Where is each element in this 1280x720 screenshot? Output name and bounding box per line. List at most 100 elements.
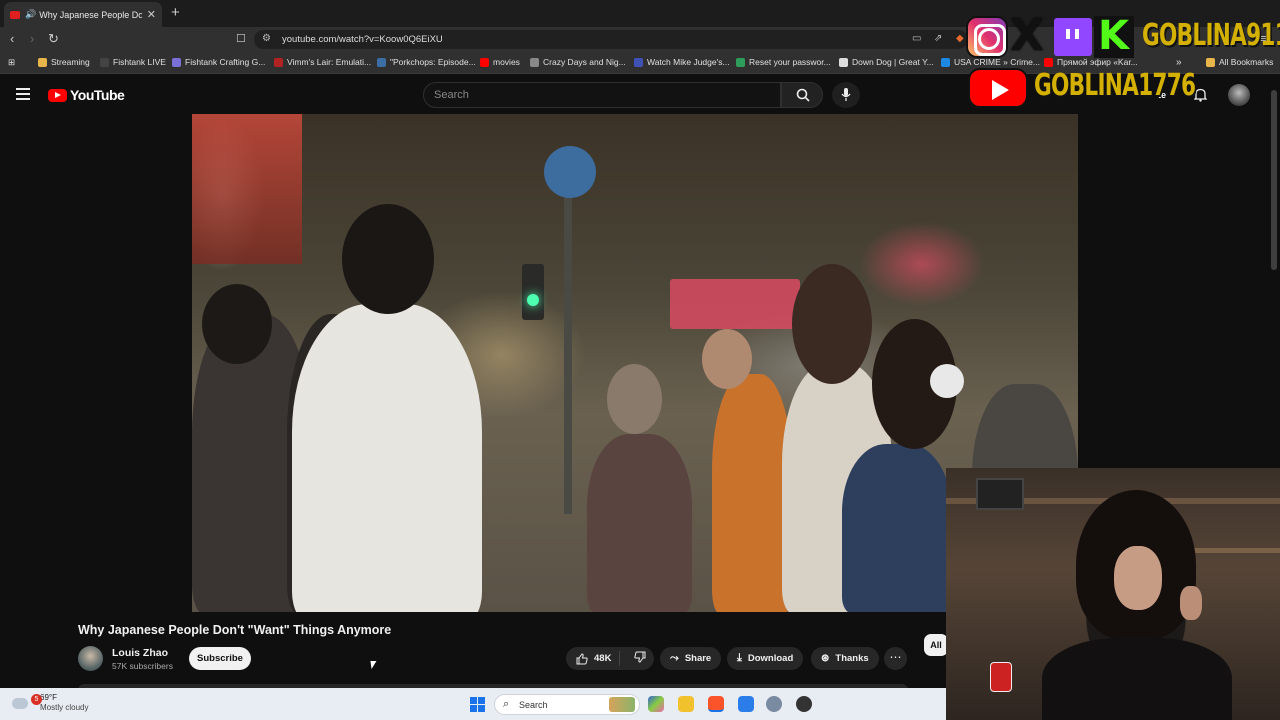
bookmark-item[interactable]: Streaming bbox=[38, 57, 90, 67]
bookmark-item[interactable]: "Porkchops: Episode... bbox=[377, 57, 476, 67]
bookmark-label: movies bbox=[493, 57, 520, 67]
webcam-scene-can bbox=[990, 662, 1012, 692]
like-button[interactable]: 48K bbox=[566, 651, 621, 666]
bookmark-favicon-icon bbox=[172, 57, 181, 67]
video-scene-person-orange bbox=[712, 374, 792, 612]
weather-condition: Mostly cloudy bbox=[40, 703, 89, 712]
voice-search-button[interactable] bbox=[832, 82, 860, 108]
close-tab-icon[interactable]: ✕ bbox=[147, 8, 156, 21]
guide-menu-icon[interactable] bbox=[16, 88, 30, 100]
notepad-icon[interactable] bbox=[738, 696, 754, 712]
bookmark-icon[interactable]: ☐ bbox=[236, 32, 246, 46]
video-scene-storefront bbox=[192, 114, 302, 264]
new-tab-icon[interactable]: + bbox=[171, 5, 180, 20]
video-scene-traffic-light bbox=[522, 264, 544, 320]
video-scene-person-head bbox=[702, 329, 752, 389]
apps-icon[interactable]: ⊞ bbox=[8, 57, 15, 68]
bookmark-label: Watch Mike Judge's... bbox=[647, 57, 730, 67]
reload-icon[interactable]: ↻ bbox=[48, 32, 59, 46]
weather-badge: 5 bbox=[31, 694, 42, 705]
video-scene-person-head bbox=[792, 264, 872, 384]
obs-icon[interactable] bbox=[796, 696, 812, 712]
channel-avatar[interactable] bbox=[78, 646, 103, 671]
back-icon[interactable]: ‹ bbox=[10, 32, 14, 46]
like-count: 48K bbox=[594, 653, 612, 664]
search-button[interactable] bbox=[781, 82, 823, 108]
taskbar-search[interactable]: ⌕ Search bbox=[494, 694, 640, 715]
share-page-icon[interactable]: ⇗ bbox=[934, 33, 942, 44]
video-scene-person-head bbox=[607, 364, 662, 434]
youtube-favicon-icon bbox=[10, 10, 21, 19]
video-scene-road-sign bbox=[544, 146, 596, 198]
webcam-overlay bbox=[946, 468, 1280, 720]
bookmark-label: Streaming bbox=[51, 57, 90, 67]
bookmark-label: Vimm's Lair: Emulati... bbox=[287, 57, 372, 67]
search-icon: ⌕ bbox=[503, 698, 510, 710]
cast-icon[interactable]: ▭ bbox=[912, 33, 921, 44]
video-scene-person-denim bbox=[842, 444, 952, 612]
page-scrollbar[interactable] bbox=[1271, 90, 1277, 270]
speaker-icon[interactable]: 🔊 bbox=[25, 10, 36, 19]
weather-widget[interactable]: 5 69°F Mostly cloudy bbox=[12, 693, 88, 713]
chip-all[interactable]: All bbox=[924, 634, 948, 656]
browser-tab-active[interactable]: 🔊 Why Japanese People Don't "Want" Thing… bbox=[4, 2, 162, 27]
webcam-scene-face bbox=[1114, 546, 1162, 610]
bookmark-favicon-icon bbox=[274, 57, 283, 67]
video-scene-person-head bbox=[342, 204, 434, 314]
share-label: Share bbox=[684, 653, 712, 664]
bookmark-favicon-icon bbox=[38, 57, 47, 67]
mouse-cursor-icon bbox=[370, 661, 378, 669]
copilot-icon[interactable] bbox=[648, 696, 664, 712]
search-input[interactable] bbox=[434, 89, 764, 101]
bookmark-favicon-icon bbox=[634, 57, 643, 67]
bookmark-item[interactable]: Reset your passwor... bbox=[736, 57, 831, 67]
bookmark-item[interactable]: Watch Mike Judge's... bbox=[634, 57, 730, 67]
social-overlay: X K GOBLINA911 GOBLINA1776 bbox=[966, 14, 1280, 109]
search-highlight-icon bbox=[609, 697, 635, 712]
search-box[interactable] bbox=[423, 82, 781, 108]
video-scene-headphones bbox=[930, 364, 964, 398]
download-button[interactable]: ⤓ Download bbox=[727, 647, 804, 670]
video-scene-person-head bbox=[202, 284, 272, 364]
share-button[interactable]: ⤳ Share bbox=[660, 647, 722, 670]
bookmark-item[interactable]: Vimm's Lair: Emulati... bbox=[274, 57, 371, 67]
address-bar[interactable]: ⚙ youtube.com/watch?v=Koow0Q6EiXU ▭ ⇗ ◆ bbox=[254, 30, 968, 49]
youtube-logo[interactable]: YouTube bbox=[48, 87, 125, 103]
video-title: Why Japanese People Don't "Want" Things … bbox=[78, 623, 392, 637]
tab-title: Why Japanese People Don't "Want" Things … bbox=[39, 9, 142, 20]
more-actions-button[interactable]: ⋯ bbox=[884, 647, 907, 670]
bookmark-item[interactable]: Down Dog | Great Y... bbox=[839, 57, 934, 67]
bookmark-favicon-icon bbox=[100, 57, 109, 67]
brave-browser-icon[interactable] bbox=[708, 696, 724, 712]
thumbs-down-icon bbox=[634, 651, 646, 663]
bookmark-favicon-icon bbox=[377, 57, 386, 67]
brave-shield-icon[interactable]: ◆ bbox=[956, 33, 964, 44]
download-icon: ⤓ bbox=[737, 652, 742, 664]
bookmark-item[interactable]: Fishtank LIVE bbox=[100, 57, 166, 67]
bookmark-favicon-icon bbox=[941, 57, 950, 67]
subscribe-button[interactable]: Subscribe bbox=[189, 647, 251, 670]
bookmark-label: "Porkchops: Episode... bbox=[390, 57, 476, 67]
youtube-logo-icon bbox=[48, 88, 67, 102]
youtube-logo-text: YouTube bbox=[70, 87, 125, 103]
screen: 🔊 Why Japanese People Don't "Want" Thing… bbox=[0, 0, 1280, 720]
dislike-button[interactable] bbox=[626, 651, 656, 666]
bookmark-item[interactable]: movies bbox=[480, 57, 520, 67]
forward-icon[interactable]: › bbox=[30, 32, 34, 46]
download-label: Download bbox=[747, 653, 794, 664]
site-info-icon[interactable]: ⚙ bbox=[262, 33, 271, 44]
video-scene-pole bbox=[564, 194, 572, 514]
video-scene-person-white-shirt bbox=[292, 304, 482, 612]
bookmark-item[interactable]: Fishtank Crafting G... bbox=[172, 57, 265, 67]
thanks-button[interactable]: ⊛ Thanks bbox=[811, 647, 879, 670]
channel-name[interactable]: Louis Zhao bbox=[112, 647, 168, 659]
subscriber-count: 57K subscribers bbox=[112, 661, 173, 671]
bookmark-label: Fishtank LIVE bbox=[113, 57, 166, 67]
windows-start-icon[interactable] bbox=[470, 697, 485, 712]
bookmark-item[interactable]: Crazy Days and Nig... bbox=[530, 57, 626, 67]
video-scene-person bbox=[587, 434, 692, 612]
bookmark-label: Reset your passwor... bbox=[749, 57, 831, 67]
settings-icon[interactable] bbox=[766, 696, 782, 712]
bookmark-favicon-icon bbox=[839, 57, 848, 67]
file-explorer-icon[interactable] bbox=[678, 696, 694, 712]
